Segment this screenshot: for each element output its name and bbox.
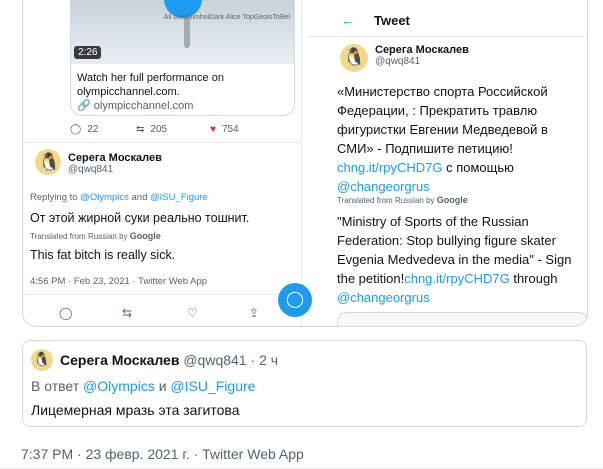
video-thumbnail[interactable]: Ali GeisSimhoiDark Alice TopGeoloToBel 2… xyxy=(71,0,294,64)
video-duration: 2:26 xyxy=(74,46,102,59)
share-icon[interactable]: ⇪ xyxy=(249,306,259,320)
reply-count: 22 xyxy=(87,124,99,135)
tweet-meta: 4:56 PM · Feb 23, 2021 · Twitter Web App xyxy=(30,276,208,287)
translation-label: Translated from Russian by Google xyxy=(30,231,161,241)
replying-to: Replying to @Olympics and @ISU_Figure xyxy=(30,192,208,203)
left-panel: Ali GeisSimhoiDark Alice TopGeoloToBel 2… xyxy=(23,0,312,326)
petition-link[interactable]: chng.it/rpyCHD7G xyxy=(404,271,509,286)
tweet-body-ru: «Министерство спорта Российской Федераци… xyxy=(337,84,548,156)
author-name[interactable]: Серега Москалев xyxy=(375,44,469,56)
avatar[interactable]: 🐧 xyxy=(35,149,61,175)
author-name[interactable]: Серега Москалев xyxy=(68,152,162,164)
avatar[interactable]: 🐧 xyxy=(340,44,368,72)
video-watermark: Ali GeisSimhoiDark Alice TopGeoloToBel xyxy=(163,14,290,21)
mention-isu[interactable]: @ISU_Figure xyxy=(150,192,208,203)
penguin-logo-icon: 🐧 xyxy=(33,351,51,367)
divider xyxy=(23,142,301,143)
card-link-text: olympicchannel.com xyxy=(93,100,194,112)
mention-changeorgrus[interactable]: @changeorgrus xyxy=(337,179,430,194)
reply-text: Лицемерная мразь эта загитова xyxy=(31,402,240,418)
reply-author-line: Серега Москалев @qwq841 · 2 ч xyxy=(60,352,278,368)
like-action[interactable]: ♥ 754 xyxy=(210,124,239,135)
penguin-logo-icon: 🐧 xyxy=(38,152,61,172)
right-panel: ← Tweet 🐧 Серега Москалев @qwq841 ··· «М… xyxy=(307,0,587,326)
page-title: Tweet xyxy=(374,13,410,28)
tweet-text-translated: "Ministry of Sports of the Russian Feder… xyxy=(337,212,587,307)
chat-bubble-icon: ◯ xyxy=(286,291,304,308)
media-card[interactable]: Ali GeisSimhoiDark Alice TopGeoloToBel 2… xyxy=(70,0,295,116)
reply-action[interactable]: ◯ 22 xyxy=(70,124,98,135)
replying-to: В ответ @Olympics и @ISU_Figure xyxy=(31,378,255,394)
google-logo: Google xyxy=(129,231,161,241)
translation-label: Translated from Russian by Google xyxy=(337,195,468,205)
translated-text: Translated from Russian by xyxy=(30,232,128,241)
card-link[interactable]: 🔗 olympicchannel.com xyxy=(77,99,193,112)
tweet-text-original: «Министерство спорта Российской Федераци… xyxy=(337,82,587,196)
separator-dot: · xyxy=(250,352,256,368)
tweet-header: ← Tweet xyxy=(307,0,587,37)
retweet-action[interactable]: ⇆ 205 xyxy=(136,124,167,135)
replying-prefix: Replying to xyxy=(30,192,78,203)
right-tweet-author: Серега Москалев @qwq841 xyxy=(375,44,469,67)
penguin-logo-icon: 🐧 xyxy=(343,47,366,67)
reply-time[interactable]: 2 ч xyxy=(259,352,278,368)
google-logo: Google xyxy=(436,195,468,205)
tweet-text-original: От этой жирной суки реально тошнит. xyxy=(30,211,250,225)
retweet-icon[interactable]: ⇆ xyxy=(122,306,132,320)
mention-olympics[interactable]: @Olympics xyxy=(80,192,129,203)
author-handle[interactable]: @qwq841 xyxy=(375,56,469,67)
tweet-actions-bottom: ◯ ⇆ ♡ ⇪ xyxy=(59,306,259,320)
tweet-actions: ◯ 22 ⇆ 205 ♥ 754 xyxy=(70,124,290,138)
replying-and: and xyxy=(131,192,148,203)
tweet-timestamp[interactable]: 7:37 PM · 23 февр. 2021 г. · Twitter Web… xyxy=(21,446,304,462)
author-handle[interactable]: @qwq841 xyxy=(183,352,246,368)
link-icon: 🔗 xyxy=(77,100,91,112)
divider xyxy=(23,294,301,295)
tweet-text-translated: This fat bitch is really sick. xyxy=(30,248,176,262)
link-card-preview[interactable] xyxy=(337,312,587,326)
quoted-reply[interactable]: 🐧 Серега Москалев @qwq841 · 2 ч В ответ … xyxy=(22,340,587,427)
author-handle[interactable]: @qwq841 xyxy=(68,164,162,175)
back-arrow-icon[interactable]: ← xyxy=(341,12,355,28)
tweet-body-en-mid: through xyxy=(513,271,558,286)
reply-icon: ◯ xyxy=(70,124,82,135)
reply-icon[interactable]: ◯ xyxy=(59,306,72,320)
petition-link[interactable]: chng.it/rpyCHD7G xyxy=(337,160,442,175)
retweet-icon: ⇆ xyxy=(136,124,145,135)
left-reply-author: Серега Москалев @qwq841 xyxy=(68,152,162,175)
retweet-count: 205 xyxy=(150,124,168,135)
avatar[interactable]: 🐧 xyxy=(31,349,53,371)
heart-icon: ♥ xyxy=(210,124,216,135)
mention-olympics[interactable]: @Olympics xyxy=(83,378,155,394)
replying-prefix: В ответ xyxy=(31,378,80,394)
card-text: Watch her full performance on olympiccha… xyxy=(77,72,224,98)
translated-text: Translated from Russian by xyxy=(337,196,435,205)
heart-outline-icon[interactable]: ♡ xyxy=(187,306,198,320)
like-count: 754 xyxy=(221,124,239,135)
author-name[interactable]: Серега Москалев xyxy=(60,352,179,368)
replying-and: и xyxy=(158,378,167,394)
mention-changeorgrus[interactable]: @changeorgrus xyxy=(337,290,430,305)
tweet-body-ru-mid: с помощью xyxy=(446,160,514,175)
embedded-screenshot: Ali GeisSimhoiDark Alice TopGeoloToBel 2… xyxy=(22,0,588,327)
mention-isu[interactable]: @ISU_Figure xyxy=(170,378,255,394)
